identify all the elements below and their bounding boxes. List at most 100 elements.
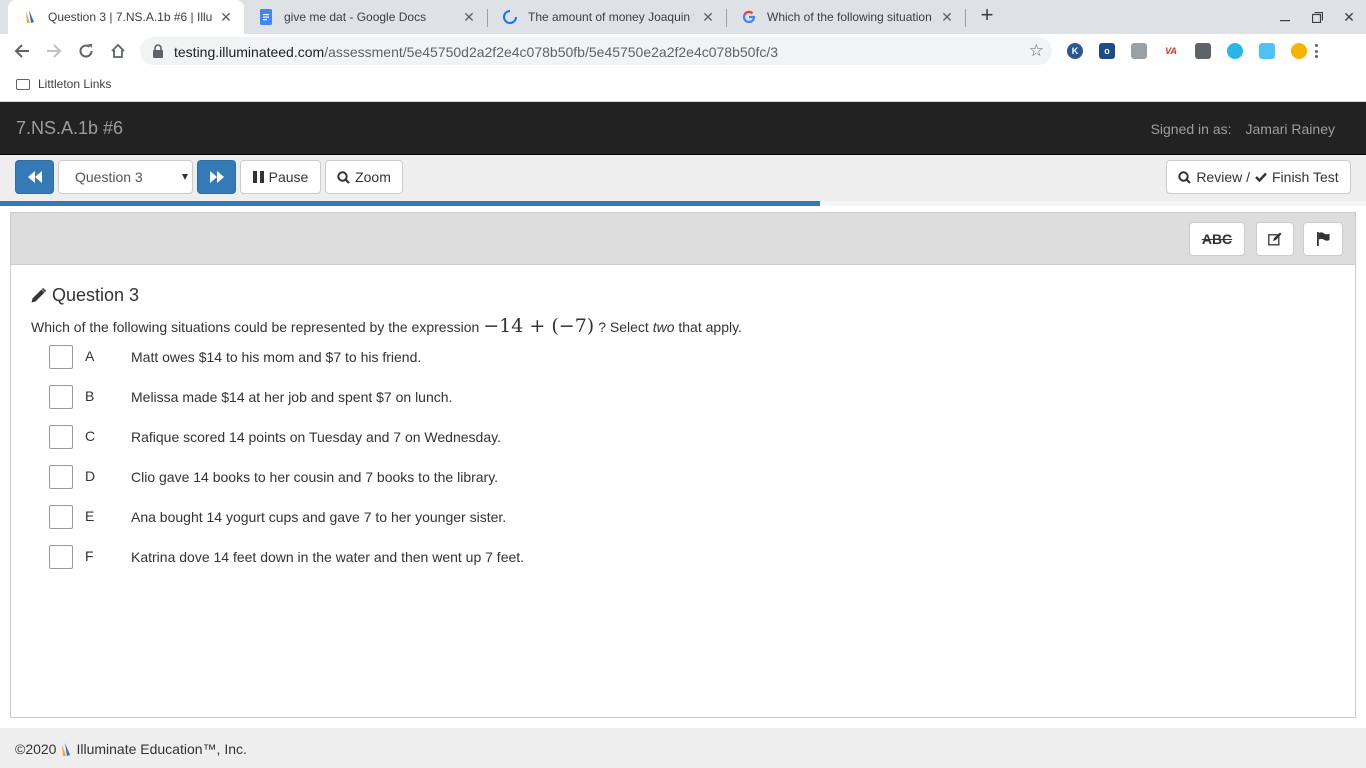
- browser-tab-3[interactable]: The amount of money Joaquin t ✕: [488, 0, 726, 34]
- question-select[interactable]: Question 3: [58, 160, 193, 194]
- browser-toolbar: testing.illuminateed.com/assessment/5e45…: [0, 34, 1366, 68]
- choice-letter: E: [85, 508, 95, 524]
- browser-tab-1[interactable]: Question 3 | 7.NS.A.1b #6 | Illum ✕: [8, 0, 244, 34]
- dropdown-caret-icon: [182, 174, 188, 180]
- new-tab-button[interactable]: +: [976, 4, 998, 27]
- zoom-button[interactable]: Zoom: [325, 160, 403, 194]
- copy-extension-icon[interactable]: [1131, 43, 1147, 59]
- choice-text: Melissa made $14 at her job and spent $7…: [131, 389, 453, 405]
- choice-checkbox[interactable]: [49, 505, 73, 529]
- close-tab-icon[interactable]: ✕: [939, 9, 955, 25]
- choice-letter: D: [85, 468, 96, 484]
- url-text: testing.illuminateed.com/assessment/5e45…: [174, 44, 778, 60]
- progress-bar-fill: [0, 201, 820, 206]
- question-select-value: Question 3: [75, 169, 143, 185]
- home-icon[interactable]: [106, 39, 130, 63]
- prompt-text-3: that apply.: [678, 319, 742, 335]
- k-extension-icon[interactable]: K: [1067, 43, 1083, 59]
- browser-tab-strip: Question 3 | 7.NS.A.1b #6 | Illum ✕ give…: [0, 0, 1366, 34]
- tab-title: give me dat - Google Docs: [284, 10, 427, 24]
- search-icon: [337, 170, 350, 184]
- question-panel: ABC Question 3 Which of the following si…: [10, 212, 1356, 718]
- pause-button[interactable]: Pause: [240, 160, 321, 194]
- choice-letter: F: [85, 548, 94, 564]
- flag-question-button[interactable]: [1303, 222, 1343, 256]
- va-extension-icon[interactable]: VA: [1163, 43, 1179, 59]
- user-name: Jamari Rainey: [1245, 121, 1335, 137]
- notepad-button[interactable]: [1256, 222, 1294, 256]
- close-window-icon[interactable]: ✕: [1338, 6, 1360, 28]
- prompt-text-2: ? Select: [598, 319, 649, 335]
- prompt-text-1: Which of the following situations could …: [31, 319, 480, 335]
- google-icon: [741, 9, 757, 25]
- illuminate-icon: [22, 9, 38, 25]
- minimize-icon[interactable]: [1274, 6, 1296, 28]
- signed-in-label: Signed in as:: [1150, 121, 1232, 137]
- fast-backward-icon: [27, 171, 42, 183]
- location-extension-icon[interactable]: [1195, 43, 1211, 59]
- back-icon[interactable]: [10, 39, 34, 63]
- bookmark-folder-littleton-links[interactable]: Littleton Links: [38, 77, 111, 91]
- forward-icon[interactable]: [42, 39, 66, 63]
- choice-text: Matt owes $14 to his mom and $7 to his f…: [131, 349, 422, 365]
- company-name: Illuminate Education™, Inc.: [76, 741, 247, 757]
- bookmarks-bar: Littleton Links: [0, 68, 1366, 102]
- review-label: Review /: [1196, 169, 1250, 185]
- close-tab-icon[interactable]: ✕: [700, 9, 716, 25]
- orange-extension-icon[interactable]: [1291, 43, 1307, 59]
- restore-icon[interactable]: [1306, 6, 1328, 28]
- browser-tab-2[interactable]: give me dat - Google Docs ✕: [244, 0, 487, 34]
- choice-checkbox[interactable]: [49, 545, 73, 569]
- copyright: ©2020: [15, 741, 57, 757]
- tab-title: Which of the following situation: [767, 10, 932, 24]
- choice-checkbox[interactable]: [49, 465, 73, 489]
- page-footer: ©2020 Illuminate Education™, Inc.: [0, 728, 1366, 768]
- profile-extension-icon[interactable]: [1259, 43, 1275, 59]
- choice-letter: B: [85, 388, 95, 404]
- close-tab-icon[interactable]: ✕: [461, 9, 477, 25]
- choice-checkbox[interactable]: [49, 345, 73, 369]
- lock-icon: [152, 44, 164, 58]
- finish-test-label: Finish Test: [1272, 169, 1339, 185]
- tab-title: The amount of money Joaquin t: [528, 10, 694, 24]
- choice-text: Ana bought 14 yogurt cups and gave 7 to …: [131, 509, 507, 525]
- progress-bar: [0, 201, 1366, 206]
- url-host: testing.illuminateed.com: [174, 44, 325, 60]
- question-prompt: Which of the following situations could …: [31, 315, 742, 337]
- choice-checkbox[interactable]: [49, 425, 73, 449]
- browser-tab-4[interactable]: Which of the following situation ✕: [727, 0, 965, 34]
- answer-eliminator-button[interactable]: ABC: [1189, 222, 1245, 256]
- browser-menu-icon[interactable]: [1308, 42, 1324, 60]
- pause-icon: [252, 171, 264, 183]
- address-bar[interactable]: testing.illuminateed.com/assessment/5e45…: [140, 37, 1052, 65]
- url-path: /assessment/5e45750d2a2f2e4c078b50fb/5e4…: [324, 44, 779, 60]
- review-finish-button[interactable]: Review / Finish Test: [1166, 160, 1351, 194]
- google-docs-icon: [258, 9, 274, 25]
- illuminate-logo-icon: [62, 742, 71, 756]
- reload-icon[interactable]: [74, 39, 98, 63]
- loading-spinner-icon: [502, 9, 518, 25]
- tab-separator: [965, 9, 966, 27]
- signed-in-info: Signed in as: Jamari Rainey: [1151, 121, 1335, 137]
- folder-icon: [16, 79, 30, 90]
- choice-checkbox[interactable]: [49, 385, 73, 409]
- edit-icon: [1268, 232, 1282, 246]
- choice-text: Katrina dove 14 feet down in the water a…: [131, 549, 525, 565]
- o-extension-icon[interactable]: o: [1099, 43, 1115, 59]
- choice-text: Rafique scored 14 points on Tuesday and …: [131, 429, 501, 445]
- pause-label: Pause: [268, 169, 309, 185]
- close-tab-icon[interactable]: ✕: [218, 9, 234, 25]
- question-title: Question 3: [52, 285, 140, 305]
- cyan-extension-icon[interactable]: [1227, 43, 1243, 59]
- footer-text: ©2020 Illuminate Education™, Inc.: [15, 741, 247, 757]
- pencil-icon: [31, 288, 46, 303]
- previous-question-button[interactable]: [15, 160, 54, 194]
- fast-forward-icon: [209, 171, 224, 183]
- abc-label: ABC: [1201, 231, 1233, 247]
- math-expression: −14 + (−7): [483, 315, 595, 337]
- choice-letter: A: [85, 348, 95, 364]
- bookmark-star-icon[interactable]: ☆: [1029, 41, 1044, 61]
- checkmark-icon: [1255, 172, 1267, 182]
- search-icon: [1178, 170, 1192, 184]
- next-question-button[interactable]: [197, 160, 236, 194]
